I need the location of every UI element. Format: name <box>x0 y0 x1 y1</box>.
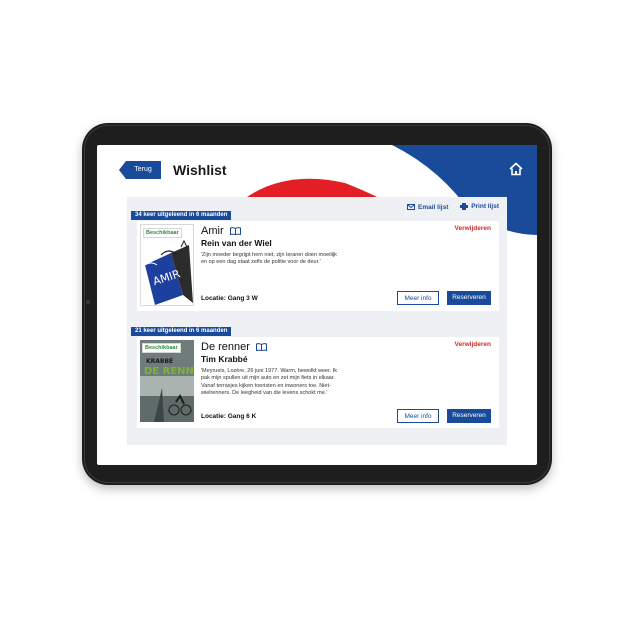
loan-count-badge: 21 keer uitgeleend in 6 maanden <box>131 327 232 336</box>
wishlist-panel: Email lijst Print lijst 34 keer uitgelee… <box>127 197 507 445</box>
book-title[interactable]: Amir <box>201 225 241 237</box>
reserve-button[interactable]: Reserveren <box>447 409 491 423</box>
book-author: Rein van der Wiel <box>201 238 272 248</box>
cover-title: DE RENNER <box>144 366 194 377</box>
list-item: KRABBÉ DE RENNER Beschikbaar De renner T… <box>137 337 499 428</box>
cover-author: KRABBÉ <box>146 357 173 365</box>
reserve-button[interactable]: Reserveren <box>447 291 491 305</box>
book-quote: 'Meyrueis, Lozère, 26 juni 1977. Warm, b… <box>201 368 337 396</box>
list-item: AMIR Beschikbaar Amir Rein van der Wiel … <box>137 221 499 311</box>
page-title: Wishlist <box>173 162 227 178</box>
remove-button[interactable]: Verwijderen <box>455 341 492 348</box>
printer-icon <box>460 203 469 210</box>
book-icon <box>255 343 267 352</box>
book-title[interactable]: De renner <box>201 341 267 353</box>
book-icon <box>229 227 241 236</box>
loan-count-badge: 34 keer uitgeleend in 6 maanden <box>131 211 232 220</box>
book-cover[interactable]: AMIR Beschikbaar <box>140 224 194 306</box>
remove-button[interactable]: Verwijderen <box>455 225 492 232</box>
book-author: Tim Krabbé <box>201 354 248 364</box>
email-list-button[interactable]: Email lijst <box>407 204 448 211</box>
book-quote: 'Zijn moeder begrijpt hem niet, zijn ler… <box>201 252 337 266</box>
email-icon <box>407 204 416 210</box>
book-location: Locatie: Gang 3 W <box>201 295 258 302</box>
availability-badge: Beschikbaar <box>142 343 181 353</box>
back-button[interactable]: Terug <box>119 161 161 179</box>
more-info-button[interactable]: Meer info <box>397 291 439 305</box>
book-location: Locatie: Gang 6 K <box>201 413 257 420</box>
book-cover[interactable]: KRABBÉ DE RENNER Beschikbaar <box>140 340 194 422</box>
tablet-camera <box>86 300 90 304</box>
home-icon[interactable] <box>509 162 523 176</box>
availability-badge: Beschikbaar <box>143 228 182 238</box>
tablet-screen: Terug Wishlist Email lijst Print lijst 3… <box>97 145 537 465</box>
more-info-button[interactable]: Meer info <box>397 409 439 423</box>
list-actions: Email lijst Print lijst <box>397 203 499 212</box>
print-list-button[interactable]: Print lijst <box>460 203 499 210</box>
